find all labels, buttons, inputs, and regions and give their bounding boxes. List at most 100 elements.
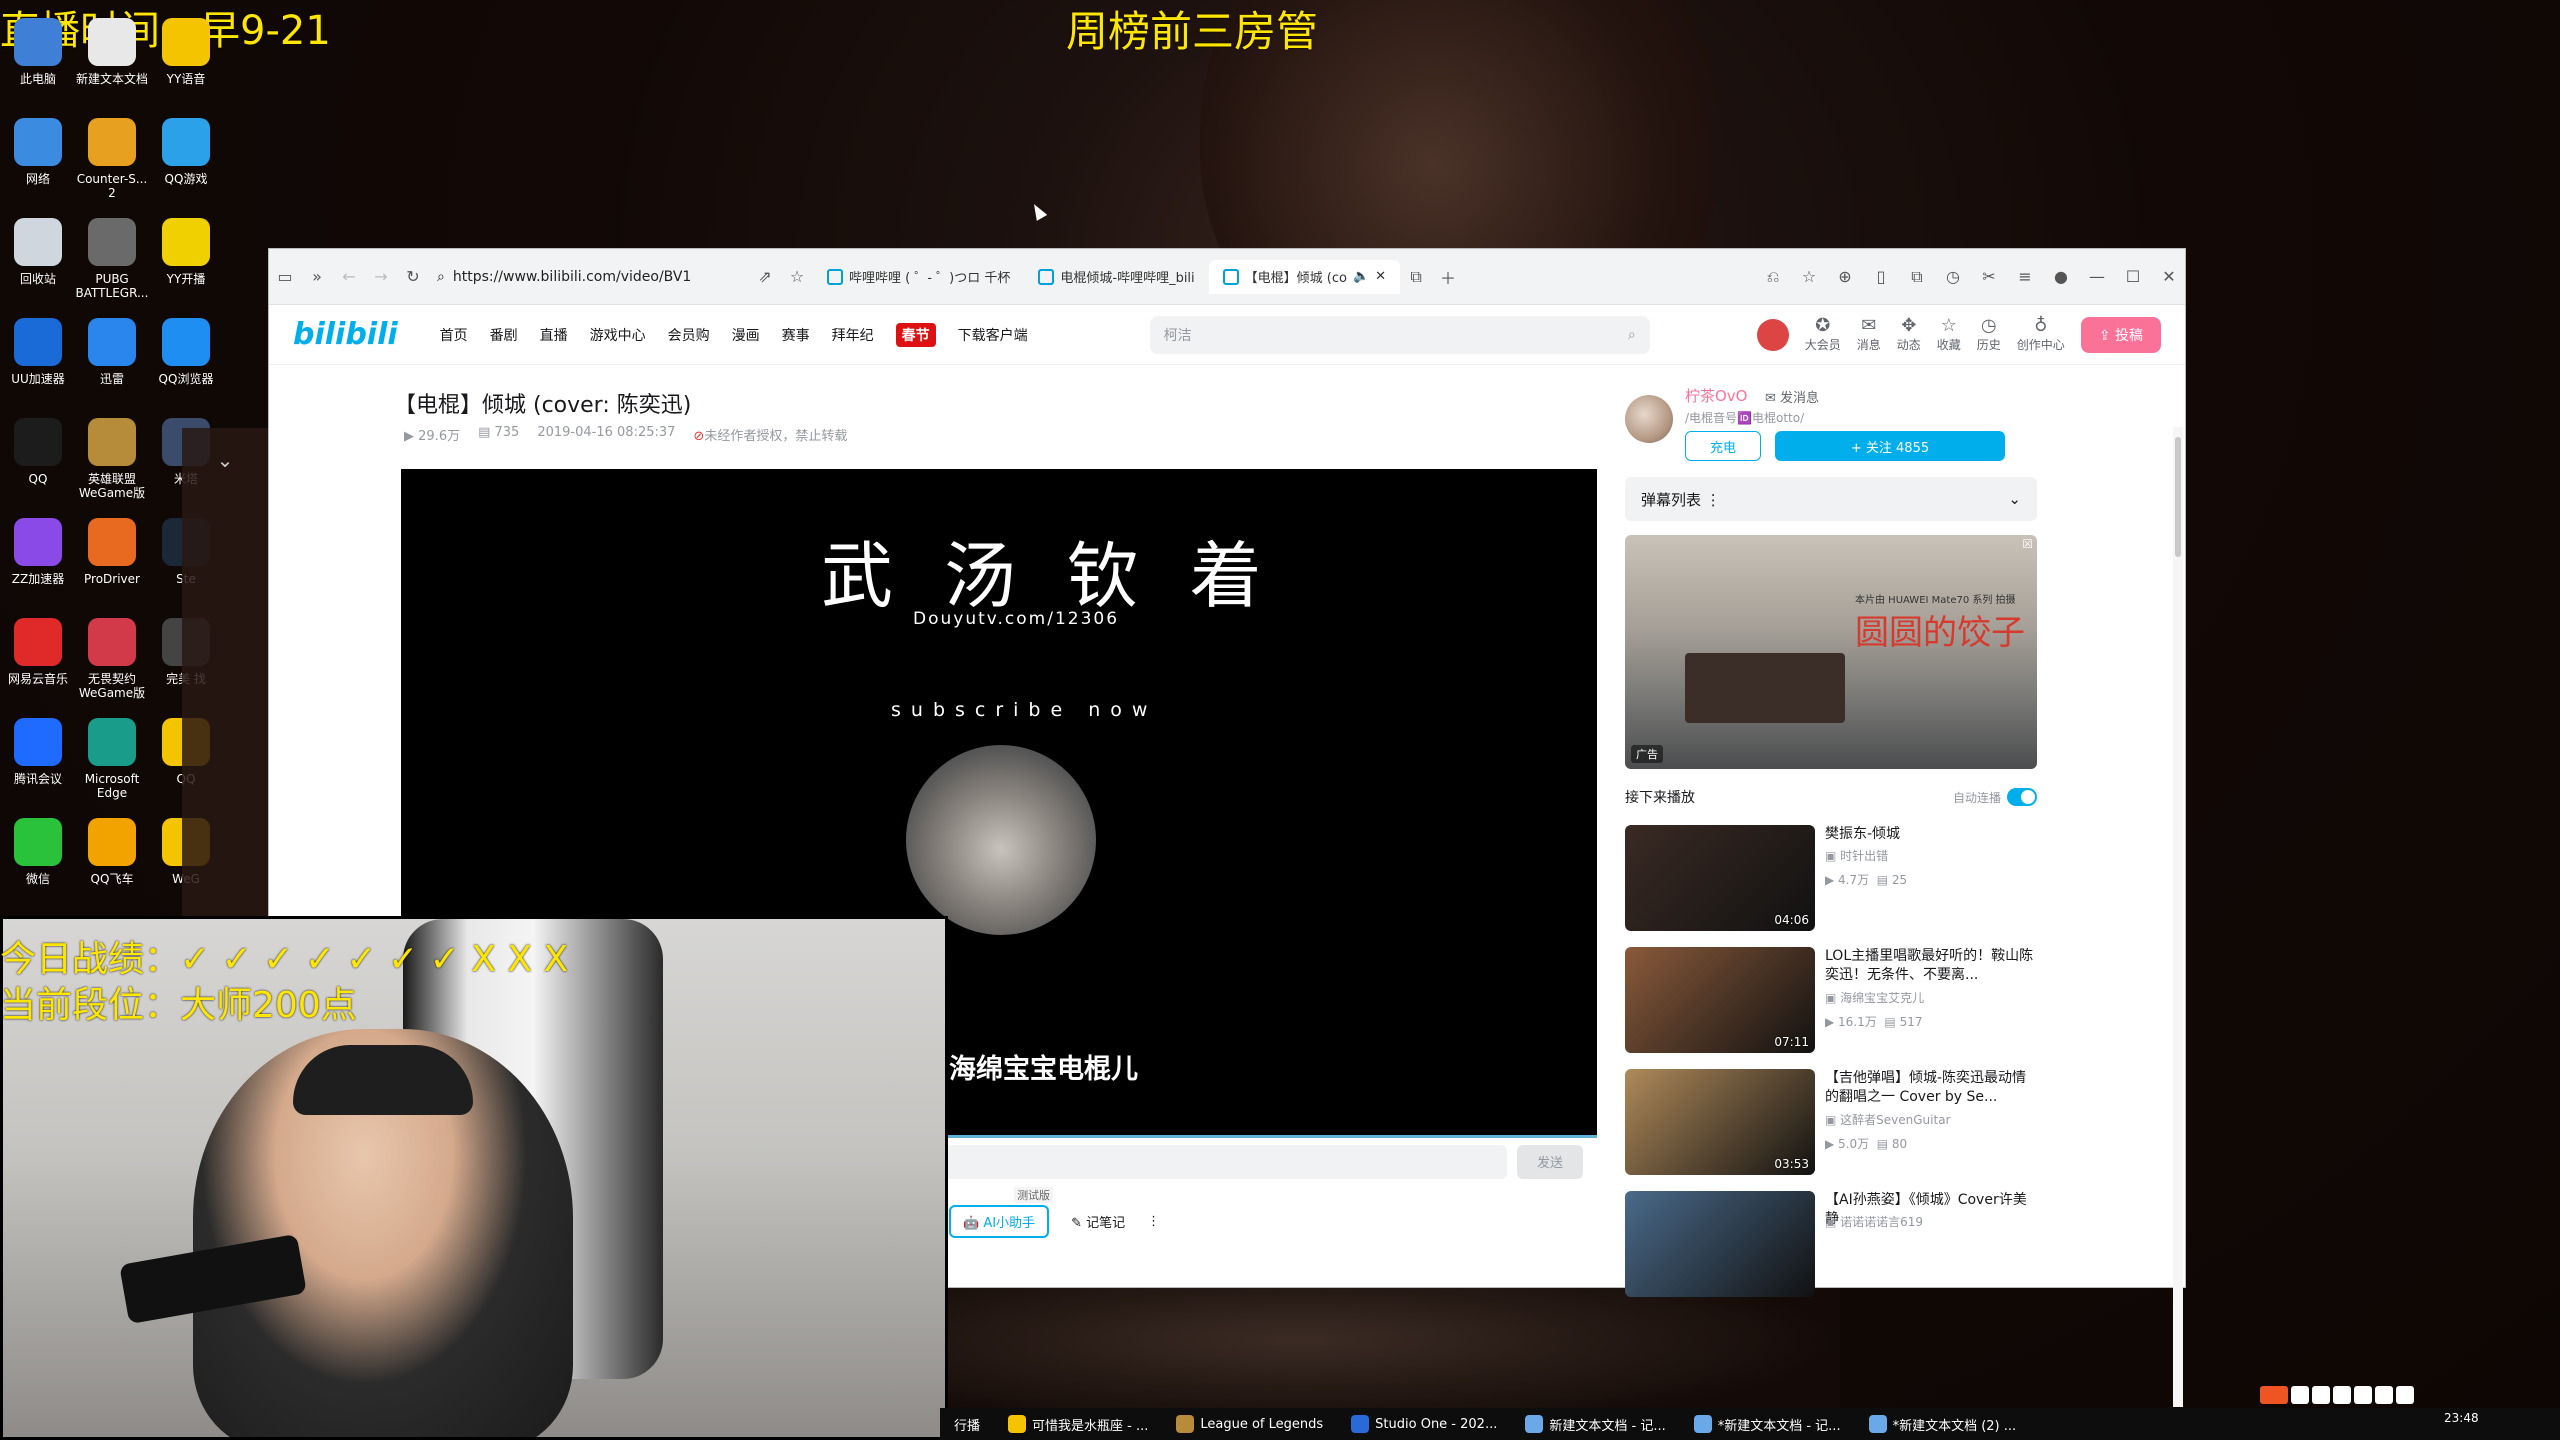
desktop-icon[interactable]: 网络 [0, 118, 76, 186]
video-title[interactable]: 【吉他弹唱】倾城-陈奕迅最动情的翻唱之一 Cover by Se... [1825, 1069, 2037, 1107]
search-box[interactable]: 柯洁 ⌕ [1149, 315, 1650, 354]
nav-match[interactable]: 赛事 [782, 325, 810, 345]
uploader-name[interactable]: 柠茶OvO [1685, 385, 1748, 406]
taskbar-item[interactable]: 可惜我是水瓶座 - ... [994, 1408, 1162, 1440]
ime-punct-icon[interactable] [2312, 1386, 2330, 1404]
minimize-icon[interactable]: — [2081, 261, 2113, 293]
upload-button[interactable]: ⇪ 投稿 [2080, 316, 2161, 353]
video-uploader[interactable]: ▣ 时针出错 [1825, 847, 1888, 864]
chevron-down-icon[interactable]: ⌄ [2008, 490, 2021, 508]
desktop-icon[interactable]: QQ飞车 [74, 818, 150, 886]
send-button[interactable]: 发送 [1517, 1144, 1583, 1179]
new-tab-icon[interactable]: ＋ [1432, 261, 1464, 293]
desktop-icon[interactable]: 新建文本文档 [74, 18, 150, 86]
recommendation-item[interactable]: 04:06 樊振东-倾城 ▣ 时针出错 ▶ 4.7万 ▤ 25 [1625, 825, 2037, 933]
desktop-icon[interactable]: Microsoft Edge [74, 718, 150, 800]
profile-icon[interactable]: ● [2045, 261, 2077, 293]
danmaku-input[interactable] [921, 1144, 1507, 1179]
nav-vip[interactable]: ✪ 大会员 [1805, 316, 1841, 353]
video-thumbnail[interactable]: 07:11 [1625, 947, 1815, 1053]
nav-history[interactable]: ◷ 历史 [1977, 316, 2001, 353]
page-scrollbar[interactable] [2173, 427, 2183, 1407]
bookmark-icon[interactable]: ☆ [781, 261, 813, 293]
video-title[interactable]: 樊振东-倾城 [1825, 825, 2037, 844]
ime-keyboard-icon[interactable] [2354, 1386, 2372, 1404]
chevron-down-icon[interactable]: ⌄ [182, 448, 268, 472]
desktop-icon[interactable]: 微信 [0, 818, 76, 886]
forward-icon[interactable]: → [365, 261, 397, 293]
video-uploader[interactable]: ▣ 海绵宝宝艾克儿 [1825, 989, 1924, 1006]
address-bar[interactable]: ⌕ https://www.bilibili.com/video/BV1 [429, 262, 749, 292]
tab-1[interactable]: 哔哩哔哩 ( ゜- ゜)つロ 千杯 [813, 260, 1024, 294]
recommendation-item[interactable]: 03:53 【吉他弹唱】倾城-陈奕迅最动情的翻唱之一 Cover by Se...… [1625, 1069, 2037, 1177]
ai-assistant-button[interactable]: 测试版 🤖 AI小助手 [949, 1187, 1054, 1238]
desktop-icon[interactable]: QQ [0, 418, 76, 486]
nav-game-center[interactable]: 游戏中心 [590, 325, 646, 345]
window-icon[interactable]: ⧉ [1901, 261, 1933, 293]
follow-button[interactable]: + 关注 4855 [1775, 431, 2005, 461]
desktop-icon[interactable]: QQ浏览器 [148, 318, 224, 386]
extension-icon[interactable]: ⎌ [1757, 261, 1789, 293]
desktop-icon[interactable]: 腾讯会议 [0, 718, 76, 786]
speaker-icon[interactable]: 🔈 [1353, 269, 1369, 284]
desktop-icon[interactable]: 英雄联盟 WeGame版 [74, 418, 150, 500]
desktop-icon[interactable]: 迅雷 [74, 318, 150, 386]
desktop-icon[interactable]: 此电脑 [0, 18, 76, 86]
video-title[interactable]: LOL主播里唱歌最好听的！鞍山陈奕迅！无条件、不要离... [1825, 947, 2037, 985]
autoplay-toggle[interactable]: 自动连播 [1953, 787, 2037, 807]
ime-voice-icon[interactable] [2333, 1386, 2351, 1404]
desktop-icon[interactable]: YY开播 [148, 218, 224, 286]
desktop-icon[interactable]: PUBG BATTLEGR... [74, 218, 150, 300]
share-icon[interactable]: ⇗ [749, 261, 781, 293]
close-ad-icon[interactable]: ☒ [2022, 537, 2033, 551]
message-button[interactable]: ✉ 发消息 [1765, 387, 1819, 406]
taskbar-item[interactable]: League of Legends [1162, 1408, 1337, 1440]
toggle-switch[interactable] [2007, 788, 2037, 806]
bilibili-logo[interactable]: bilibili [293, 317, 398, 352]
tab-groups-icon[interactable]: ⧉ [1400, 261, 1432, 293]
charge-button[interactable]: 充电 [1685, 431, 1761, 461]
taskbar-partial-item[interactable]: 行播 [940, 1408, 994, 1440]
collapsed-side-panel[interactable]: ⌄ [182, 428, 268, 916]
nav-home[interactable]: 首页 [440, 325, 468, 345]
desktop-icon[interactable]: ProDriver [74, 518, 150, 586]
desktop-icon[interactable]: Counter-S... 2 [74, 118, 150, 200]
sidebar-toggle-icon[interactable]: ▭ [269, 261, 301, 293]
tab-active[interactable]: 【电棍】倾城 (co 🔈 ✕ [1208, 259, 1401, 294]
desktop-icon[interactable]: 无畏契约 WeGame版 [74, 618, 150, 700]
desktop-icon[interactable]: YY语音 [148, 18, 224, 86]
video-thumbnail[interactable]: 04:06 [1625, 825, 1815, 931]
uploader-avatar[interactable] [1625, 395, 1673, 443]
more-icon[interactable]: ⋮ [1147, 1214, 1160, 1229]
ime-tools-icon[interactable] [2396, 1386, 2414, 1404]
system-clock[interactable]: 23:48 [2444, 1412, 2479, 1425]
recommendation-item[interactable]: 【AI孙燕姿】《倾城》Cover许美静 ▣ 诺诺诺诺言619 [1625, 1191, 2037, 1299]
menu-icon[interactable]: ≡ [2009, 261, 2041, 293]
reload-icon[interactable]: ↻ [397, 261, 429, 293]
favorites-icon[interactable]: ☆ [1793, 261, 1825, 293]
desktop-icon[interactable]: UU加速器 [0, 318, 76, 386]
video-uploader[interactable]: ▣ 这醉者SevenGuitar [1825, 1111, 1950, 1128]
ad-banner[interactable]: 本片由 HUAWEI Mate70 系列 拍摄 圆圆的饺子 广告 ☒ [1625, 535, 2037, 769]
nav-favorites[interactable]: ☆ 收藏 [1937, 316, 1961, 353]
danmaku-list-toggle[interactable]: 弹幕列表 ⋮ ⌄ [1625, 477, 2037, 521]
video-thumbnail[interactable] [1625, 1191, 1815, 1297]
tab-2[interactable]: 电棍倾城-哔哩哔哩_bili [1024, 260, 1208, 294]
user-avatar[interactable] [1756, 318, 1789, 351]
nav-anime[interactable]: 番剧 [490, 325, 518, 345]
nav-download[interactable]: 下载客户端 [958, 325, 1028, 345]
desktop-icon[interactable]: 回收站 [0, 218, 76, 286]
back-icon[interactable]: ← [333, 261, 365, 293]
video-thumbnail[interactable]: 03:53 [1625, 1069, 1815, 1175]
desktop-icon[interactable]: ZZ加速器 [0, 518, 76, 586]
close-window-icon[interactable]: ✕ [2153, 261, 2185, 293]
cut-icon[interactable]: ✂ [1973, 261, 2005, 293]
nav-manga[interactable]: 漫画 [732, 325, 760, 345]
ime-skin-icon[interactable] [2375, 1386, 2393, 1404]
ime-mode-icon[interactable] [2291, 1386, 2309, 1404]
recommendation-item[interactable]: 07:11 LOL主播里唱歌最好听的！鞍山陈奕迅！无条件、不要离... ▣ 海绵宝宝… [1625, 947, 2037, 1055]
new-year-badge[interactable]: 春节 [895, 322, 936, 347]
download-icon[interactable]: ⊕ [1829, 261, 1861, 293]
nav-live[interactable]: 直播 [540, 325, 568, 345]
phone-icon[interactable]: ▯ [1865, 261, 1897, 293]
